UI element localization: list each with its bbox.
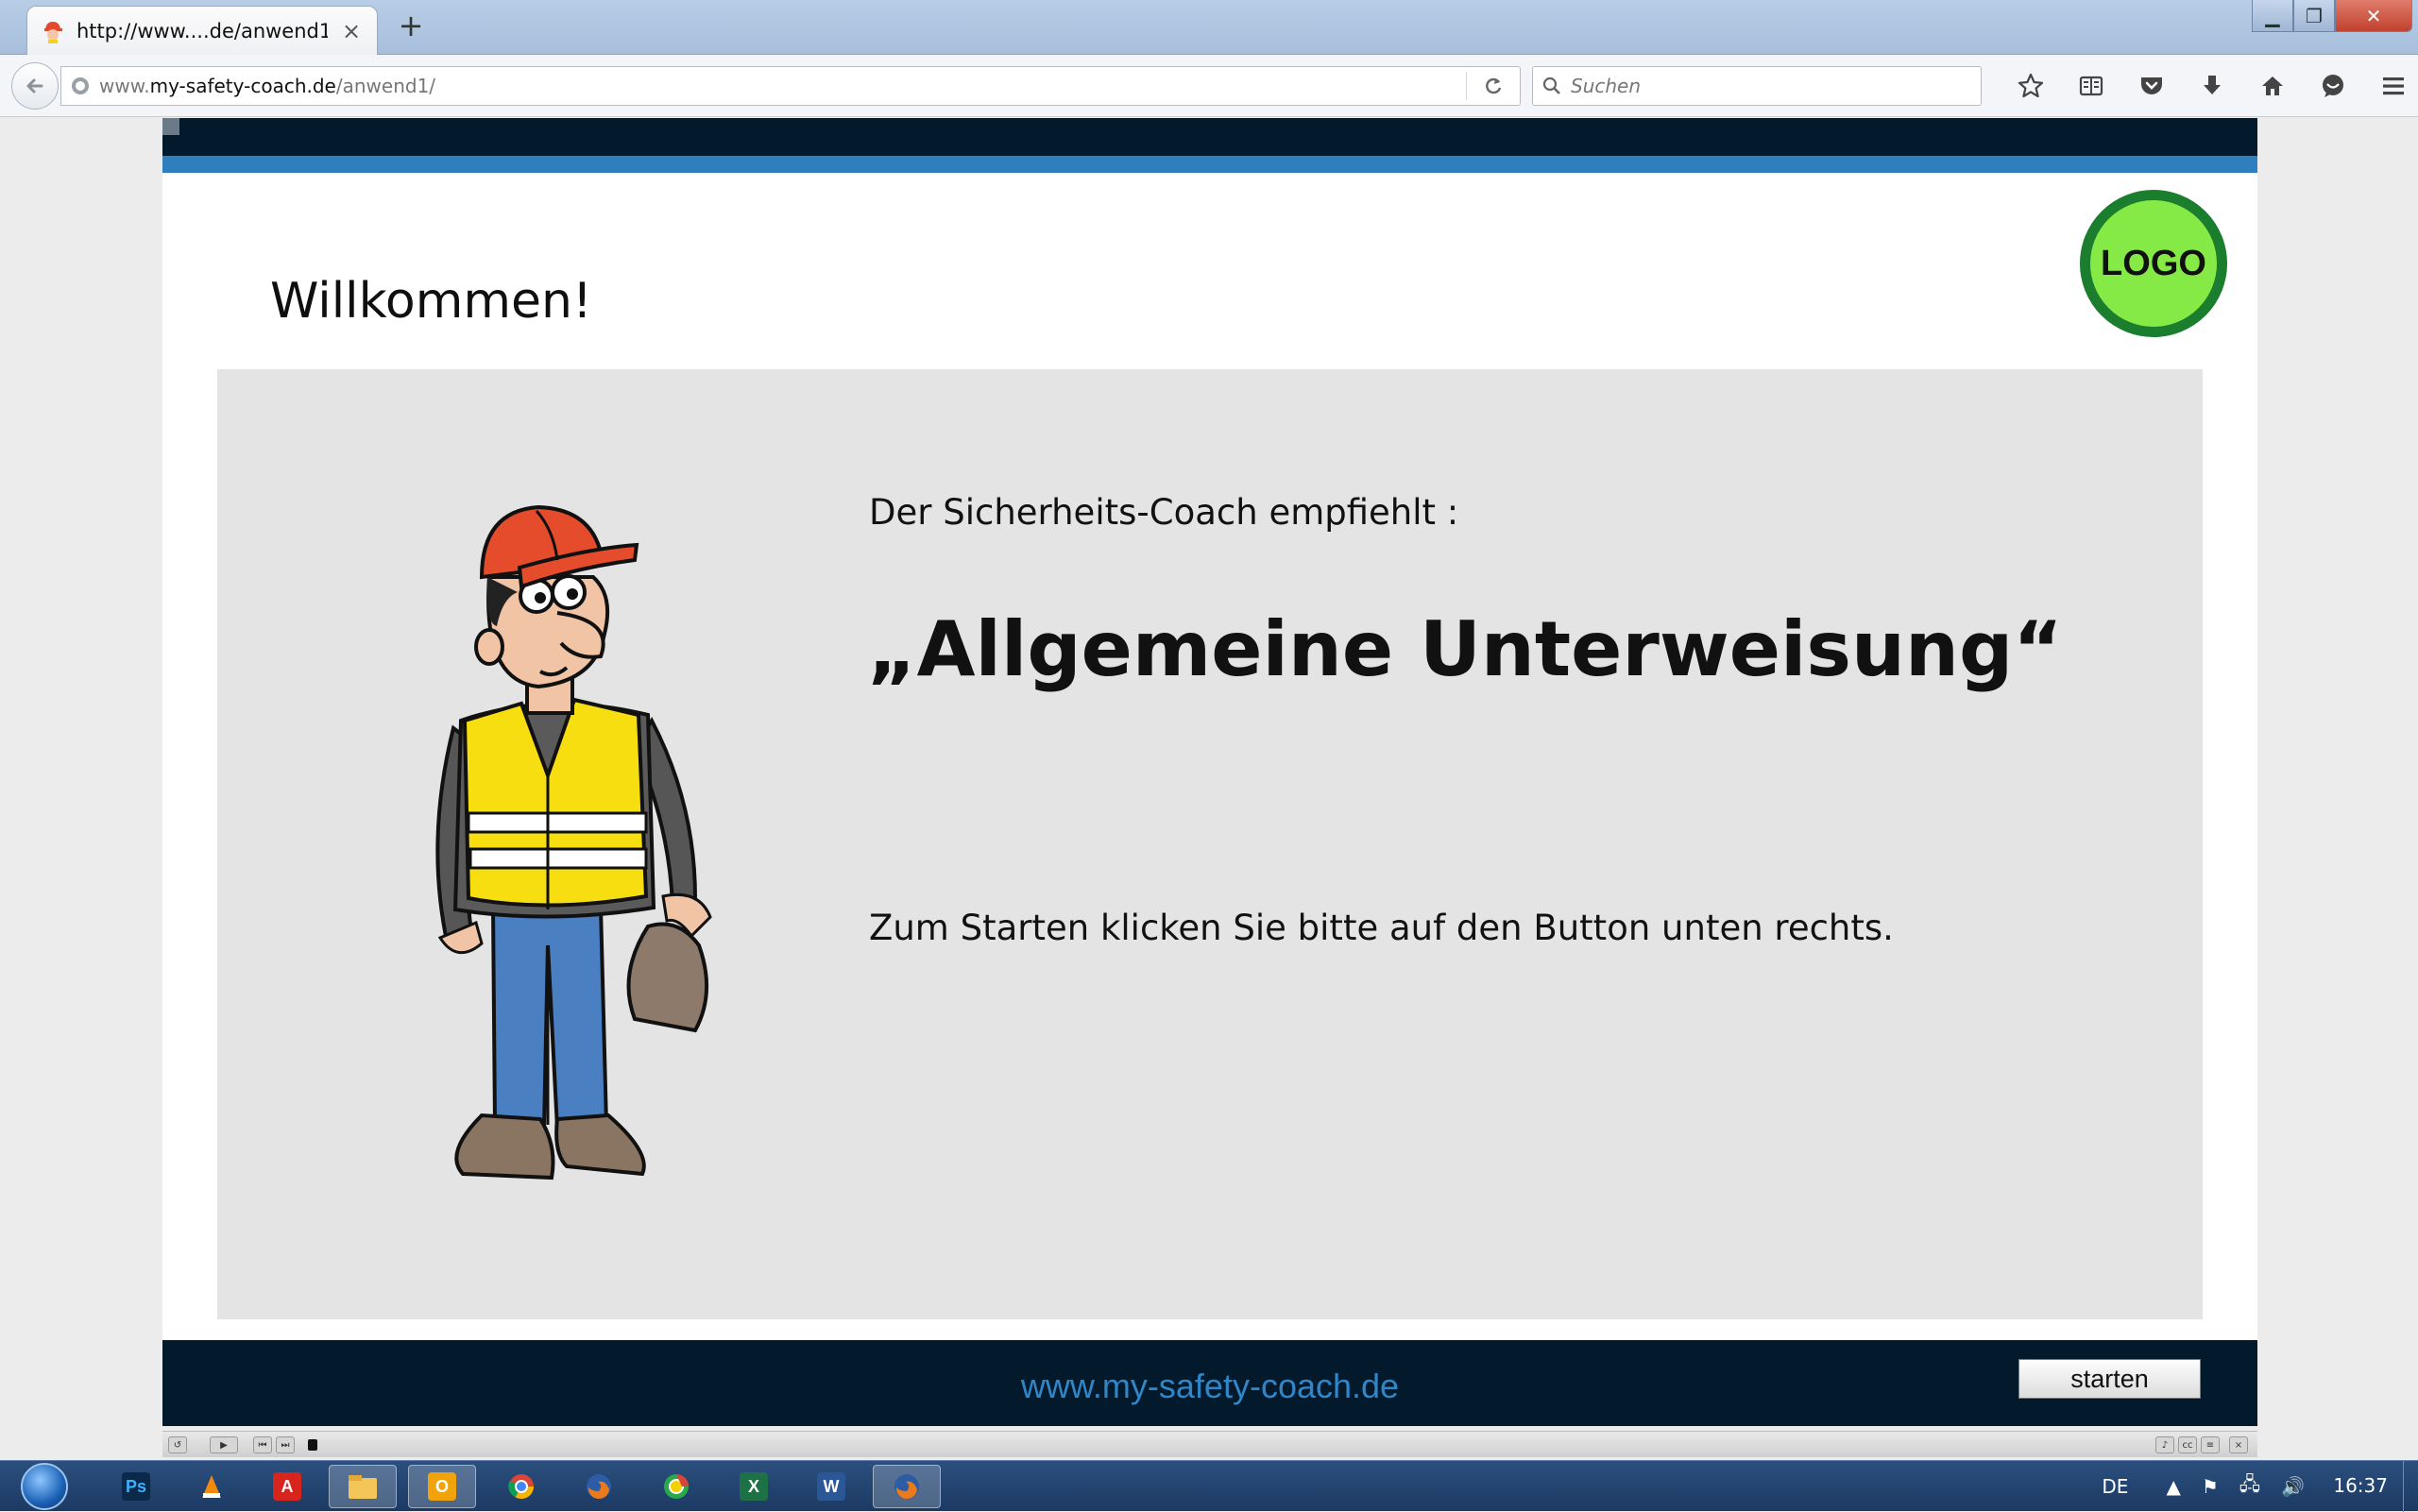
corner-marker <box>162 118 179 135</box>
exit-icon[interactable]: × <box>2229 1436 2248 1453</box>
minimize-button[interactable]: ▁ <box>2252 0 2293 32</box>
pocket-icon[interactable] <box>2121 66 2182 106</box>
close-window-button[interactable]: ✕ <box>2335 0 2412 32</box>
page-viewport: Willkommen! LOGO Der Sicherheits-Coach e… <box>0 118 2418 1460</box>
logo-text: LOGO <box>2101 243 2206 283</box>
site-info-icon[interactable] <box>61 76 99 96</box>
photoshop-icon[interactable]: Ps <box>102 1465 170 1508</box>
navigation-toolbar: www.my-safety-coach.de/anwend1/ Suchen <box>0 55 2418 117</box>
acrobat-icon[interactable]: A <box>253 1465 321 1508</box>
star-icon[interactable] <box>2001 66 2061 106</box>
start-button[interactable] <box>11 1462 77 1511</box>
excel-icon[interactable]: X <box>720 1465 788 1508</box>
volume-tray-icon[interactable]: 🔊 <box>2281 1475 2305 1498</box>
reload-icon[interactable] <box>1467 76 1520 96</box>
show-desktop-button[interactable] <box>2403 1461 2418 1512</box>
chat-icon[interactable] <box>2303 66 2363 106</box>
word-icon[interactable]: W <box>797 1465 865 1508</box>
search-input[interactable]: Suchen <box>1532 66 1982 106</box>
previous-icon[interactable]: ⏮ <box>253 1436 272 1453</box>
outlook-icon[interactable]: O <box>408 1465 476 1508</box>
tab-title: http://www....de/anwend1/ <box>77 20 328 42</box>
start-hint-text: Zum Starten klicken Sie bitte auf den Bu… <box>869 908 1894 948</box>
play-icon[interactable]: ▶ <box>210 1436 238 1453</box>
welcome-heading: Willkommen! <box>270 273 592 330</box>
footer-url-link[interactable]: www.my-safety-coach.de <box>162 1367 2257 1406</box>
progress-slider[interactable] <box>308 1439 317 1451</box>
back-arrow-icon <box>26 78 43 93</box>
browser-titlebar: http://www....de/anwend1/ × + ▁ ❐ ✕ <box>0 0 2418 56</box>
url-path: /anwend1/ <box>335 75 436 97</box>
action-center-flag-icon[interactable]: ⚑ <box>2202 1475 2219 1498</box>
next-icon[interactable]: ⏭ <box>276 1436 295 1453</box>
maximize-button[interactable]: ❐ <box>2293 0 2335 32</box>
windows-logo-icon <box>21 1463 68 1510</box>
download-icon[interactable] <box>2182 66 2242 106</box>
url-domain: my-safety-coach.de <box>149 75 336 97</box>
reading-list-icon[interactable] <box>2061 66 2121 106</box>
firefox-active-icon[interactable] <box>873 1465 941 1508</box>
explorer-icon[interactable] <box>329 1465 397 1508</box>
browser-tab[interactable]: http://www....de/anwend1/ × <box>26 6 378 56</box>
toc-icon[interactable]: ≡ <box>2201 1436 2220 1453</box>
menu-icon[interactable] <box>2363 66 2418 106</box>
home-icon[interactable] <box>2242 66 2303 106</box>
coach-recommendation-text: Der Sicherheits-Coach empfiehlt : <box>869 492 1459 533</box>
clock[interactable]: 16:37 <box>2333 1474 2388 1497</box>
worker-favicon-icon <box>41 19 65 43</box>
window-controls: ▁ ❐ ✕ <box>2252 0 2412 32</box>
url-prefix: www. <box>99 75 150 97</box>
search-placeholder: Suchen <box>1571 75 1642 97</box>
volume-icon[interactable]: ♪ <box>2155 1436 2174 1453</box>
chrome-alt-icon[interactable] <box>642 1465 710 1508</box>
captions-icon[interactable]: cc <box>2178 1436 2197 1453</box>
player-control-bar: ↺ ▶ ⏮ ⏭ ♪ cc ≡ × <box>162 1431 2257 1457</box>
logo-badge: LOGO <box>2080 190 2227 337</box>
firefox-icon[interactable] <box>565 1465 633 1508</box>
url-text: www.my-safety-coach.de/anwend1/ <box>99 75 1466 97</box>
toolbar-icons <box>2001 66 2418 106</box>
course-stage: Willkommen! LOGO Der Sicherheits-Coach e… <box>162 118 2257 1426</box>
language-indicator[interactable]: DE <box>2102 1475 2128 1498</box>
back-button[interactable] <box>11 62 59 110</box>
search-icon <box>1542 76 1560 94</box>
chrome-icon[interactable] <box>487 1465 555 1508</box>
new-tab-button[interactable]: + <box>395 9 427 42</box>
show-hidden-icons-icon[interactable]: ▲ <box>2166 1475 2180 1498</box>
system-tray: DE ▲ ⚑ 🖧 🔊 <box>2102 1461 2305 1512</box>
vlc-icon[interactable] <box>178 1465 246 1508</box>
course-title: „Allgemeine Unterweisung“ <box>867 605 2063 693</box>
rewind-icon[interactable]: ↺ <box>168 1436 187 1453</box>
header-stripe <box>162 156 2257 173</box>
start-button[interactable]: starten <box>2018 1359 2201 1399</box>
content-panel: Der Sicherheits-Coach empfiehlt : „Allge… <box>217 369 2203 1319</box>
windows-taskbar: Ps A O X W DE ▲ ⚑ 🖧 🔊 16:37 <box>0 1460 2418 1512</box>
tab-close-icon[interactable]: × <box>339 18 364 44</box>
network-icon[interactable]: 🖧 <box>2239 1470 2260 1503</box>
footer-band: www.my-safety-coach.de starten <box>162 1340 2257 1426</box>
url-bar[interactable]: www.my-safety-coach.de/anwend1/ <box>60 66 1521 106</box>
construction-worker-icon <box>435 504 712 1181</box>
header-band <box>162 118 2257 156</box>
